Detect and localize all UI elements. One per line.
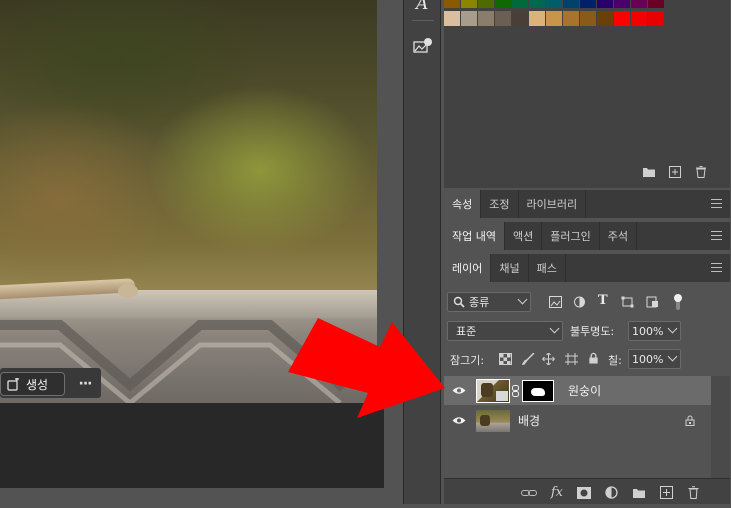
layer-name: 배경 [518, 414, 541, 428]
tab-layers[interactable]: 레이어 [444, 254, 492, 282]
generate-button[interactable]: 생성 [0, 372, 65, 396]
color-swatch[interactable] [444, 11, 460, 26]
panel-menu-icon[interactable] [711, 199, 722, 208]
plant-bud [118, 284, 138, 298]
color-swatch[interactable] [614, 0, 630, 8]
lock-transparent-icon[interactable] [499, 353, 512, 365]
lock-brush-icon[interactable] [522, 353, 535, 365]
lock-all-icon[interactable] [587, 352, 600, 364]
swatch-row-2 [444, 11, 664, 26]
fx-icon[interactable]: fx [551, 485, 563, 500]
layer-mask-thumbnail[interactable] [522, 379, 554, 402]
panel-menu-icon[interactable] [711, 231, 722, 240]
properties-tab-group: 속성 조정 라이브러리 [444, 190, 730, 218]
color-swatch[interactable] [563, 11, 579, 26]
adjustment-layer-icon[interactable] [605, 486, 618, 499]
strip-divider [412, 20, 434, 21]
color-swatch[interactable] [597, 11, 613, 26]
filter-toggle-switch[interactable] [673, 293, 683, 311]
trash-icon[interactable] [687, 486, 700, 499]
generate-icon [7, 377, 19, 391]
layer-row[interactable]: 배경 [444, 406, 711, 435]
tab-properties[interactable]: 속성 [444, 190, 482, 218]
color-swatch[interactable] [648, 11, 664, 26]
chevron-down-icon [667, 351, 678, 362]
color-swatch[interactable] [478, 0, 494, 8]
fill-label: 칠: [608, 354, 622, 367]
character-icon[interactable]: A [416, 0, 428, 14]
swatches-panel [444, 0, 730, 188]
color-swatch[interactable] [461, 11, 477, 26]
color-swatch[interactable] [512, 0, 528, 8]
color-swatch[interactable] [478, 11, 494, 26]
opacity-field[interactable]: 100% [628, 321, 681, 341]
color-swatch[interactable] [614, 11, 630, 26]
new-swatch-icon[interactable] [668, 166, 682, 178]
lock-artboard-icon[interactable] [565, 353, 578, 365]
filter-pixel-icon[interactable] [549, 296, 562, 308]
color-swatch[interactable] [580, 11, 596, 26]
red-arrow-annotation [288, 318, 445, 418]
tab-adjustments[interactable]: 조정 [481, 190, 519, 218]
color-swatch[interactable] [563, 0, 579, 8]
chevron-down-icon [667, 323, 678, 334]
color-swatch[interactable] [546, 0, 562, 8]
color-swatch[interactable] [546, 11, 562, 26]
color-swatch[interactable] [597, 0, 613, 8]
filter-smart-object-icon[interactable] [646, 296, 659, 308]
swatch-row-1 [444, 0, 664, 8]
lock-move-icon[interactable] [542, 353, 555, 365]
layer-thumbnail [476, 378, 510, 403]
layer-name: 원숭이 [568, 384, 602, 398]
color-swatch[interactable] [461, 0, 477, 8]
color-swatch[interactable] [648, 0, 664, 8]
opacity-value: 100% [632, 324, 664, 338]
mask-icon[interactable] [577, 486, 591, 499]
color-swatch[interactable] [495, 0, 511, 8]
tab-paths[interactable]: 패스 [529, 254, 566, 282]
more-options-button[interactable]: ··· [72, 372, 98, 396]
color-swatch[interactable] [495, 11, 511, 26]
trash-icon[interactable] [694, 166, 708, 178]
tab-plugins[interactable]: 플러그인 [542, 222, 600, 250]
opacity-label: 불투명도: [570, 325, 615, 338]
layer-thumbnail [476, 409, 510, 432]
generate-label: 생성 [26, 377, 49, 392]
layers-footer: fx [444, 478, 730, 504]
lock-icon [685, 415, 695, 426]
swatches-footer [642, 166, 708, 178]
folder-icon[interactable] [642, 166, 656, 178]
color-swatch[interactable] [529, 0, 545, 8]
layers-tab-group: 레이어 채널 패스 [444, 254, 730, 282]
chevron-down-icon [549, 323, 560, 334]
color-swatch[interactable] [631, 0, 647, 8]
panel-menu-icon[interactable] [711, 263, 722, 272]
group-icon[interactable] [632, 487, 646, 499]
color-swatch[interactable] [444, 0, 460, 8]
filter-type-icon[interactable]: T [598, 293, 608, 308]
color-swatch[interactable] [512, 11, 528, 26]
fill-value: 100% [632, 352, 664, 366]
filter-adjustment-icon[interactable] [573, 296, 586, 308]
color-swatch[interactable] [529, 11, 545, 26]
new-layer-icon[interactable] [660, 486, 673, 499]
link-icon[interactable] [520, 488, 537, 498]
tab-actions[interactable]: 액션 [505, 222, 543, 250]
adjustments-icon[interactable] [413, 38, 433, 54]
mask-link-icon[interactable] [512, 384, 519, 397]
tab-notes[interactable]: 주석 [600, 222, 637, 250]
layers-scrollbar[interactable] [711, 376, 730, 478]
tab-channels[interactable]: 채널 [491, 254, 529, 282]
fill-field[interactable]: 100% [628, 349, 681, 369]
tab-libraries[interactable]: 라이브러리 [519, 190, 587, 218]
filter-shape-icon[interactable] [621, 296, 634, 308]
chevron-down-icon [517, 294, 528, 305]
status-bar [0, 488, 384, 508]
history-tab-group: 작업 내역 액션 플러그인 주석 [444, 222, 730, 250]
color-swatch[interactable] [580, 0, 596, 8]
tab-history[interactable]: 작업 내역 [444, 222, 505, 250]
color-swatch[interactable] [631, 11, 647, 26]
layer-row[interactable]: 원숭이 [444, 376, 711, 405]
